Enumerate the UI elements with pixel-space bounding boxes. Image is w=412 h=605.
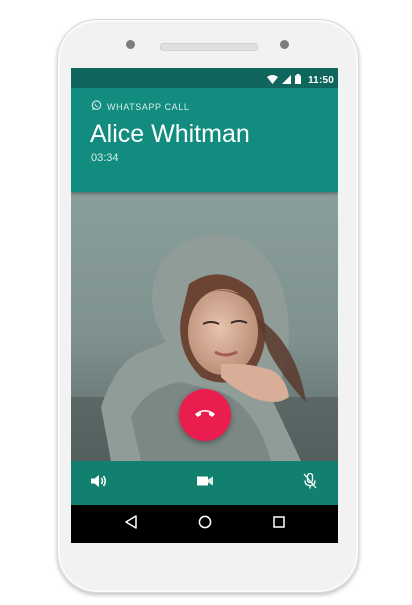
video-feed [71,192,338,461]
speaker-icon [91,474,107,493]
video-camera-icon [197,474,213,492]
recents-button[interactable] [269,514,289,534]
phone-screen: 11:50 WHATSAPP CALL Alice Whitman 03:34 [71,68,338,543]
mute-button[interactable] [298,471,322,495]
home-button[interactable] [195,514,215,534]
recents-icon [273,515,285,533]
call-type-text: WHATSAPP CALL [107,101,190,112]
contact-name: Alice Whitman [90,120,250,148]
home-icon [198,515,212,534]
end-call-button[interactable] [179,389,231,441]
front-sensor [126,40,135,49]
signal-icon [281,71,291,89]
phone-hangup-icon [194,406,216,424]
call-duration: 03:34 [91,152,119,164]
back-icon [125,514,137,534]
whatsapp-icon [91,100,102,113]
microphone-off-icon [303,472,317,494]
wifi-icon [266,71,278,89]
call-controls-bar [71,461,338,505]
speaker-button[interactable] [87,471,111,495]
earpiece-speaker [160,43,258,51]
call-header: WHATSAPP CALL Alice Whitman 03:34 [71,88,338,192]
navigation-bar [71,505,338,543]
back-button[interactable] [121,514,141,534]
status-time: 11:50 [307,74,334,86]
call-type-label: WHATSAPP CALL [91,100,190,113]
front-camera [280,40,289,49]
video-toggle-button[interactable] [193,471,217,495]
status-bar: 11:50 [71,68,338,88]
battery-icon [294,71,301,89]
